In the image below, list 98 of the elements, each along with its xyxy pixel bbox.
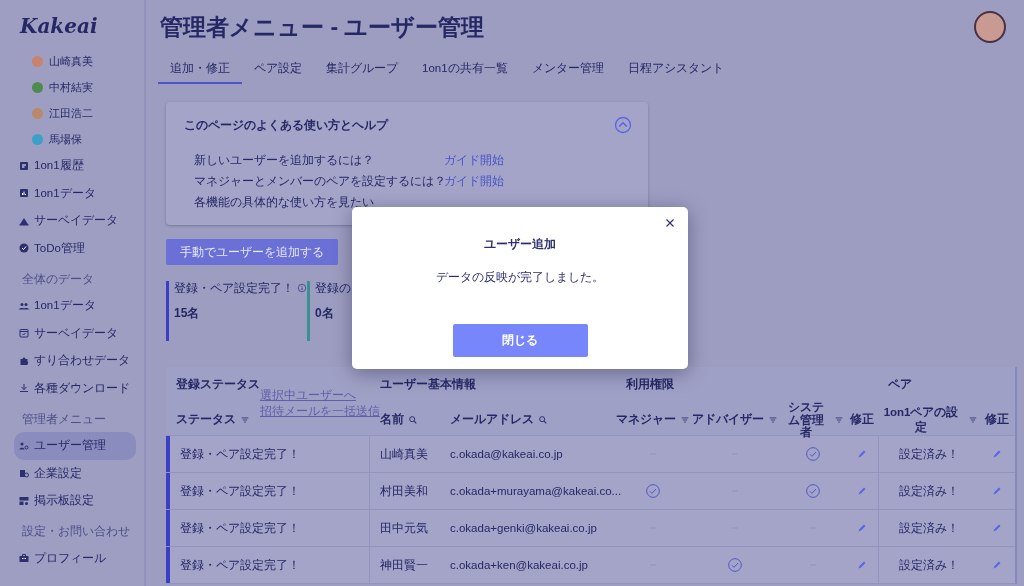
dialog-title: ユーザー追加 <box>484 236 556 253</box>
filter-icon <box>240 414 250 425</box>
column-header: アドバイザー <box>692 412 764 428</box>
calendar-icon <box>18 327 30 340</box>
column-group-header: ユーザー基本情報 <box>379 376 477 392</box>
stat-label: 登録・ペア設定完了！ <box>174 280 294 296</box>
table-cell: 設定済み！ <box>878 473 978 509</box>
table-cell: 設定済み！ <box>878 510 978 546</box>
filter-icon <box>833 414 844 425</box>
nav-item[interactable]: ToDo管理 <box>14 234 136 262</box>
avatar-icon <box>32 55 43 67</box>
member-item[interactable]: 中村結実 <box>14 74 144 100</box>
help-question: マネジャーとメンバーのペアを設定するには？ <box>194 173 444 190</box>
member-item[interactable]: 山崎真美 <box>14 48 144 74</box>
close-icon <box>664 217 676 229</box>
pencil-icon <box>856 559 868 571</box>
member-item[interactable]: 江田浩二 <box>14 100 144 126</box>
table-cell: 設定済み！ <box>878 547 978 583</box>
table-cell-text: 神田賢一 <box>379 557 429 573</box>
nav-item[interactable]: 各種ダウンロード <box>14 374 136 402</box>
search-icon <box>538 414 548 425</box>
pencil-icon <box>990 522 1003 534</box>
column-header: 名前 <box>380 412 404 428</box>
board-icon <box>18 494 30 507</box>
pencil-icon <box>856 448 868 460</box>
help-title: このページのよくある使い方とヘルプ <box>184 116 388 134</box>
nav-item[interactable]: 1on1データ <box>14 292 136 320</box>
column-group-header: ペア <box>887 376 913 392</box>
nav-item[interactable]: サーベイデータ <box>14 319 136 347</box>
page-title: 管理者メニュー - ユーザー管理 <box>159 12 485 42</box>
help-question: 各機能の具体的な使い方を見たい <box>194 194 375 211</box>
section-heading: 管理者メニュー <box>21 411 107 427</box>
pencil-icon <box>990 559 1003 571</box>
bar-chart-icon <box>18 187 30 200</box>
tab[interactable]: 集計グループ <box>314 54 410 84</box>
column-header: 修正 <box>850 412 874 428</box>
tab[interactable]: メンター管理 <box>519 54 616 84</box>
filter-icon <box>768 414 778 425</box>
avatar-icon <box>32 81 43 93</box>
pencil-icon <box>856 522 868 534</box>
tab[interactable]: 1on1の共有一覧 <box>410 54 520 84</box>
nav-item[interactable]: プロフィール <box>14 544 136 572</box>
pencil-icon <box>990 448 1003 460</box>
check-circle-icon <box>18 242 30 255</box>
column-header: 1on1ペアの設定 <box>882 404 960 435</box>
nav-item[interactable]: サーベイデータ <box>14 207 136 235</box>
briefcase-icon <box>18 552 30 565</box>
nav-item[interactable]: 1on1履歴 <box>14 152 136 180</box>
table-cell-text: 田中元気 <box>379 520 429 536</box>
column-header: 修正 <box>984 412 1009 428</box>
nav-item[interactable]: 掲示板設定 <box>14 487 136 515</box>
stat-label: 登録の <box>315 280 351 296</box>
table-cell: 登録・ペア設定完了！ <box>166 510 370 546</box>
pencil-icon <box>856 485 868 497</box>
filter-icon <box>680 414 690 425</box>
table-cell-text: 村田美和 <box>379 483 429 499</box>
building-icon <box>18 467 30 480</box>
stat-count: 0名 <box>315 305 335 322</box>
dialog-message: データの反映が完了しました。 <box>436 269 604 286</box>
nav-item[interactable]: ユーザー管理 <box>14 432 136 460</box>
stat-count: 15名 <box>174 305 201 322</box>
table-cell-text: 山崎真美 <box>379 446 429 462</box>
close-button[interactable]: 閉じる <box>452 324 588 357</box>
download-icon <box>18 382 30 395</box>
table-cell-text: c.okada+genki@kakeai.co.jp <box>449 521 598 536</box>
column-header: ステータス <box>176 412 236 428</box>
column-header: メールアドレス <box>450 412 534 428</box>
nav-item[interactable]: 企業設定 <box>14 459 136 487</box>
logo: Kakeai <box>20 14 98 38</box>
avatar[interactable] <box>974 11 1006 43</box>
column-header: マネジャー <box>616 412 676 428</box>
column-group-header: 登録ステータス <box>175 376 260 392</box>
table-cell-text: c.okada+ken@kakeai.co.jp <box>449 558 589 573</box>
table-cell: 登録・ペア設定完了！ <box>166 473 370 509</box>
table-cell: 登録・ペア設定完了！ <box>166 547 370 583</box>
search-icon <box>408 414 418 425</box>
nav-item[interactable]: すり合わせデータ <box>14 347 136 375</box>
tab[interactable]: ペア設定 <box>242 54 314 84</box>
nav-item[interactable]: 1on1データ <box>14 179 136 207</box>
tab[interactable]: 日程アシスタント <box>615 54 736 84</box>
note-icon <box>18 159 30 172</box>
table-cell-text: c.okada@kakeai.co.jp <box>449 447 564 462</box>
column-group-header: 利用権限 <box>625 376 675 392</box>
section-heading: 設定・お問い合わせ <box>21 524 131 539</box>
table-cell: 登録・ペア設定完了！ <box>166 436 370 472</box>
add-user-button[interactable]: 手動でユーザーを追加する <box>166 239 338 265</box>
guide-link[interactable]: ガイド開始 <box>444 173 504 190</box>
table-cell: 設定済み！ <box>878 436 978 472</box>
section-heading: 全体のデータ <box>21 271 95 287</box>
tab[interactable]: 追加・修正 <box>158 54 242 84</box>
column-header: システム管理者 <box>787 401 825 439</box>
help-question: 新しいユーザーを追加するには？ <box>194 152 375 169</box>
guide-link[interactable]: ガイド開始 <box>444 152 504 169</box>
avatar-icon <box>32 107 43 119</box>
filter-icon <box>968 414 978 425</box>
member-item[interactable]: 馬場保 <box>14 126 144 152</box>
pencil-icon <box>990 485 1003 497</box>
avatar-icon <box>32 133 43 145</box>
